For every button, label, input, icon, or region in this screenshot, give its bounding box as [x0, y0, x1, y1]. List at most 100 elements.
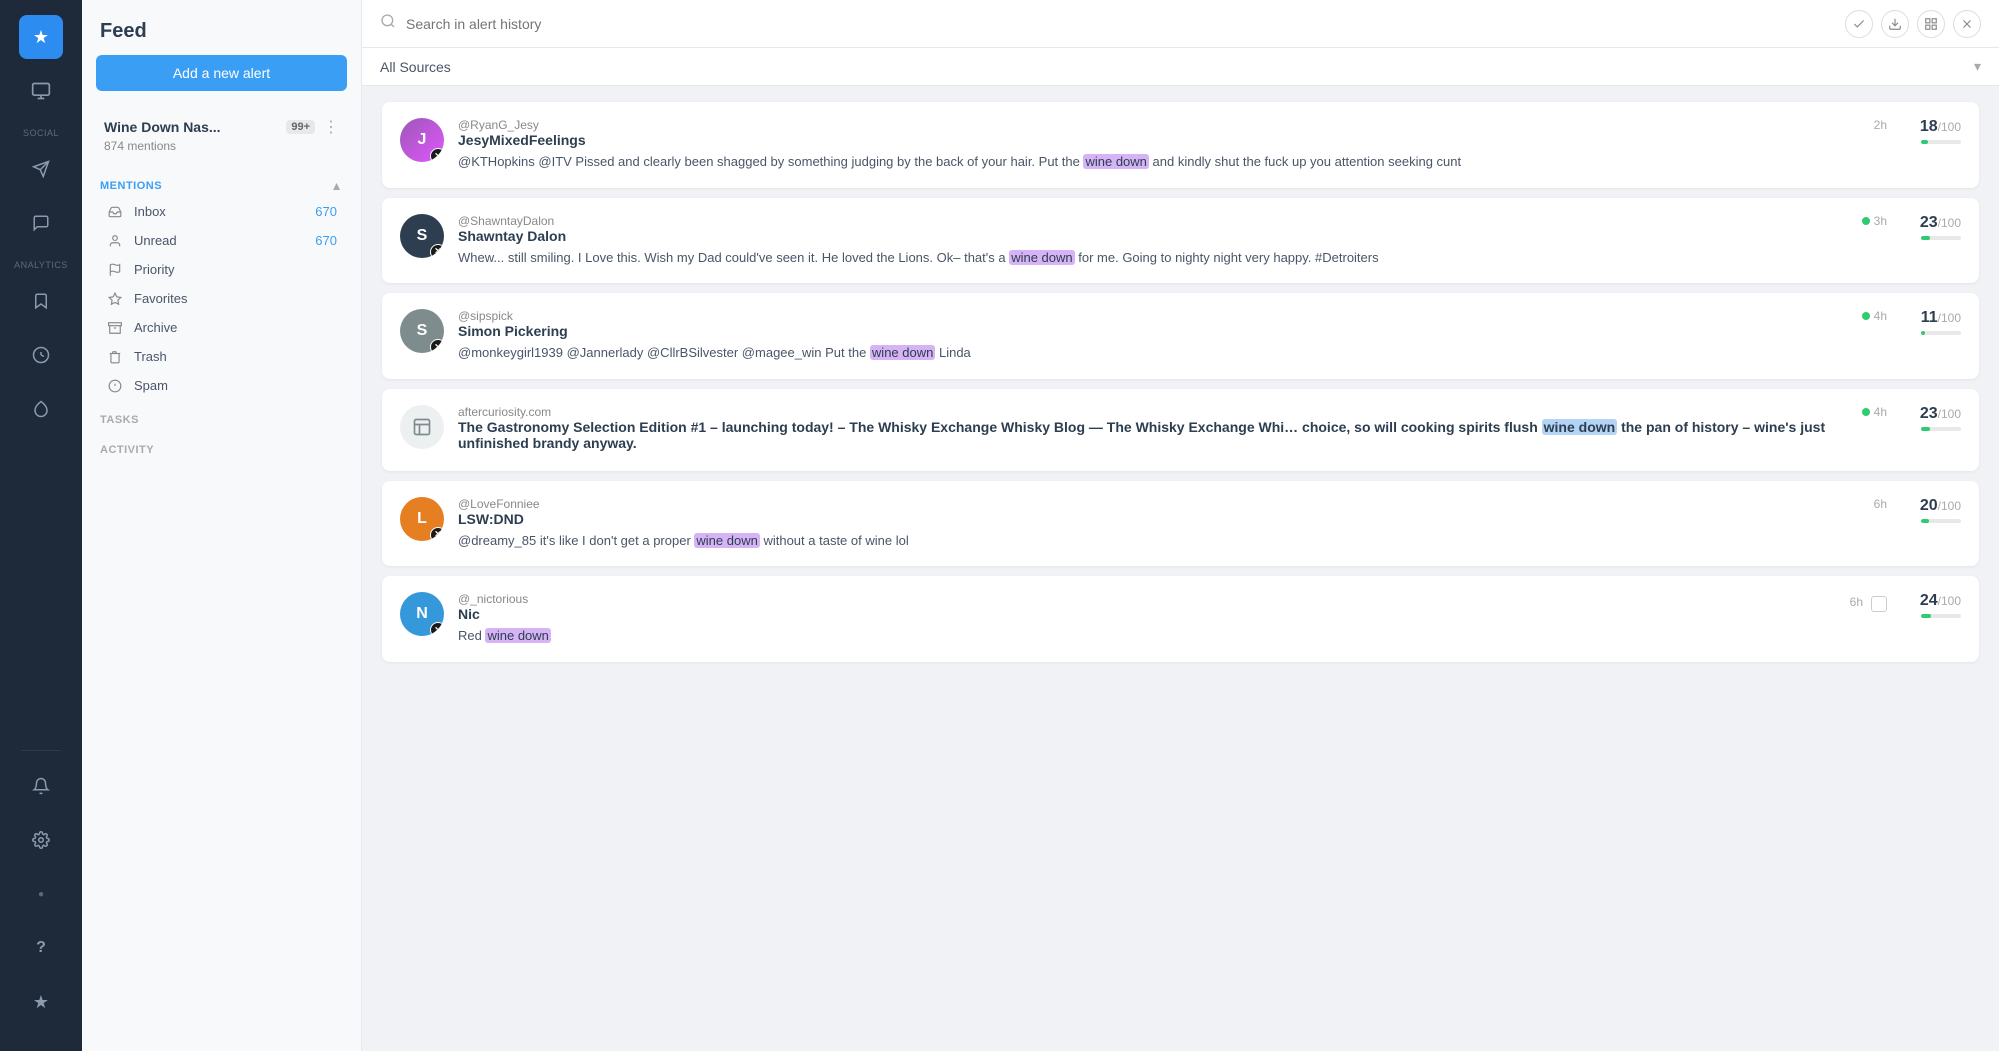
close-action-btn[interactable]: [1953, 10, 1981, 38]
more-icon[interactable]: ⋮: [323, 117, 339, 137]
card-text: @KTHopkins @ITV Pissed and clearly been …: [458, 152, 1887, 172]
card-text: Whew... still smiling. I Love this. Wish…: [458, 248, 1887, 268]
priority-label: Priority: [134, 262, 337, 277]
online-indicator: [1862, 408, 1870, 416]
twitter-x-badge: ✕: [430, 148, 444, 162]
feed-card: L ✕ @LoveFonniee LSW:DND 6h @dreamy_85 i…: [382, 481, 1979, 567]
filter-bar[interactable]: All Sources ▾: [362, 48, 1999, 86]
favorites-icon: [106, 292, 124, 306]
icon-nav: ★ SOCIAL ANALYTICS: [0, 0, 82, 1051]
keyword-highlight: wine down: [870, 345, 935, 360]
analytics-label: ANALYTICS: [14, 260, 68, 270]
archive-label: Archive: [134, 320, 337, 335]
check-action-btn[interactable]: [1845, 10, 1873, 38]
online-indicator: [1862, 217, 1870, 225]
keyword-highlight: wine down: [1009, 250, 1074, 265]
alert-badge: 99+: [286, 120, 315, 134]
trash-icon: [106, 350, 124, 364]
circle-chart-icon[interactable]: [19, 333, 63, 377]
avatar: S ✕: [400, 214, 444, 258]
score-area: 23/100: [1901, 214, 1961, 240]
tasks-label: TASKS: [82, 400, 361, 430]
card-name: The Gastronomy Selection Edition #1 – la…: [458, 419, 1862, 451]
mentions-chevron[interactable]: ▲: [331, 179, 343, 193]
inbox-count: 670: [315, 204, 337, 219]
avatar: J ✕: [400, 118, 444, 162]
sidebar: Feed Add a new alert Wine Down Nas... 99…: [82, 0, 362, 1051]
trash-menu-item[interactable]: Trash: [88, 342, 355, 371]
favorites-menu-item[interactable]: Favorites: [88, 284, 355, 313]
nav-divider: [21, 750, 61, 751]
score-area: 18/100: [1901, 118, 1961, 144]
activity-label: ACTIVITY: [82, 430, 361, 460]
alert-item[interactable]: Wine Down Nas... 99+ ⋮ 874 mentions: [92, 107, 351, 163]
search-bar: [362, 0, 1999, 48]
bell-icon[interactable]: [19, 764, 63, 808]
fire-icon[interactable]: [19, 387, 63, 431]
unread-count: 670: [315, 233, 337, 248]
card-body: @_nictorious Nic 6h Red wine down: [458, 592, 1887, 646]
card-body: @ShawntayDalon Shawntay Dalon 3h Whew...…: [458, 214, 1887, 268]
paper-plane-icon[interactable]: [19, 147, 63, 191]
inbox-menu-item[interactable]: Inbox 670: [88, 197, 355, 226]
bookmark-icon[interactable]: [19, 279, 63, 323]
add-alert-button[interactable]: Add a new alert: [96, 55, 347, 91]
star-bottom-icon[interactable]: ★: [19, 980, 63, 1024]
keyword-highlight: wine down: [694, 533, 759, 548]
score-area: 23/100: [1901, 405, 1961, 431]
alert-mentions: 874 mentions: [104, 139, 339, 153]
mentions-section-label: MENTIONS ▲: [82, 167, 361, 197]
card-text: @dreamy_85 it's like I don't get a prope…: [458, 531, 1887, 551]
question-icon[interactable]: ?: [19, 926, 63, 970]
score-bar: [1921, 140, 1961, 144]
chat-icon[interactable]: [19, 201, 63, 245]
card-username: @RyanG_Jesy: [458, 118, 586, 132]
dot-icon[interactable]: ●: [19, 872, 63, 916]
inbox-label: Inbox: [134, 204, 315, 219]
main-content: All Sources ▾ J ✕ @RyanG_Jesy JesyMixedF…: [362, 0, 1999, 1051]
archive-icon: [106, 321, 124, 335]
feed-card: S ✕ @sipspick Simon Pickering 4h @monkey…: [382, 293, 1979, 379]
card-name: Shawntay Dalon: [458, 228, 566, 244]
card-body: @LoveFonniee LSW:DND 6h @dreamy_85 it's …: [458, 497, 1887, 551]
card-name: LSW:DND: [458, 511, 540, 527]
unread-menu-item[interactable]: Unread 670: [88, 226, 355, 255]
score-value: 23/100: [1920, 214, 1961, 232]
feed-content: J ✕ @RyanG_Jesy JesyMixedFeelings 2h @KT…: [362, 86, 1999, 1051]
avatar: N ✕: [400, 592, 444, 636]
card-time: 2h: [1874, 118, 1887, 132]
card-text: Red wine down: [458, 626, 1887, 646]
sidebar-title: Feed: [82, 0, 361, 55]
card-checkbox[interactable]: [1871, 596, 1887, 612]
feed-card: N ✕ @_nictorious Nic 6h Red wine down: [382, 576, 1979, 662]
card-username: @_nictorious: [458, 592, 528, 606]
card-username: @ShawntayDalon: [458, 214, 566, 228]
priority-menu-item[interactable]: Priority: [88, 255, 355, 284]
inbox-icon: [106, 205, 124, 219]
score-value: 20/100: [1920, 497, 1961, 515]
monitor-icon[interactable]: [19, 69, 63, 113]
card-time: 6h: [1850, 595, 1863, 609]
score-value: 11/100: [1921, 309, 1961, 327]
score-bar: [1921, 519, 1961, 523]
spam-icon: [106, 379, 124, 393]
card-time: 3h: [1862, 214, 1887, 228]
flag-icon: [106, 263, 124, 277]
keyword-highlight: wine down: [485, 628, 550, 643]
gear-icon[interactable]: [19, 818, 63, 862]
star-icon[interactable]: ★: [19, 15, 63, 59]
trash-label: Trash: [134, 349, 337, 364]
online-indicator: [1862, 312, 1870, 320]
search-input[interactable]: [406, 16, 1835, 32]
card-body: @sipspick Simon Pickering 4h @monkeygirl…: [458, 309, 1887, 363]
card-time: 6h: [1874, 497, 1887, 511]
feed-card: aftercuriosity.com The Gastronomy Select…: [382, 389, 1979, 471]
score-area: 20/100: [1901, 497, 1961, 523]
spam-menu-item[interactable]: Spam: [88, 371, 355, 400]
download-action-btn[interactable]: [1881, 10, 1909, 38]
score-bar: [1921, 614, 1961, 618]
card-body: @RyanG_Jesy JesyMixedFeelings 2h @KTHopk…: [458, 118, 1887, 172]
archive-menu-item[interactable]: Archive: [88, 313, 355, 342]
score-bar: [1921, 236, 1961, 240]
grid-action-btn[interactable]: [1917, 10, 1945, 38]
